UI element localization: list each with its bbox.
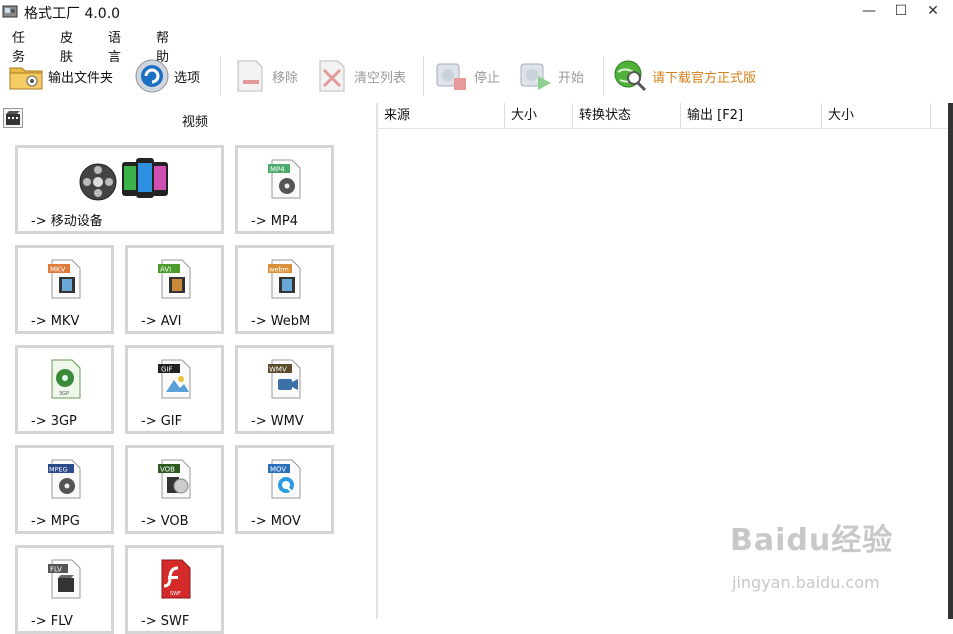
badge-text: AVI [160,266,171,274]
remove-label: 移除 [272,70,299,86]
mpg-file-icon: MPEG [48,459,81,499]
task-list-header: 来源 大小 转换状态 输出 [F2] 大小 [378,103,953,129]
tile-label: -> 3GP [31,414,77,429]
tile-avi[interactable]: AVI -> AVI [125,245,224,334]
start-icon [520,63,551,90]
tile-label: -> SWF [141,614,190,629]
tile-label: -> MPG [31,514,80,529]
output-folder-button[interactable]: 输出文件夹 [8,56,113,96]
column-status[interactable]: 转换状态 [573,103,681,128]
column-output-size[interactable]: 大小 [822,103,931,128]
mp4-file-icon: MP4 [268,159,301,199]
category-header[interactable]: 视频 [0,103,376,133]
tile-label: -> MOV [251,514,301,529]
badge-text: webm [269,266,289,274]
maximize-button[interactable]: ☐ [885,0,917,22]
stop-button[interactable]: 停止 [434,56,500,96]
vob-file-icon: VOB [158,459,191,499]
options-button[interactable]: 选项 [134,56,200,96]
download-official-link[interactable]: 请下载官方正式版 [612,56,756,96]
tile-vob[interactable]: VOB -> VOB [125,445,224,534]
download-official-label: 请下载官方正式版 [652,70,757,86]
badge-text: MP4 [270,166,285,174]
close-button[interactable]: ✕ [917,0,949,22]
tile-mpg[interactable]: MPEG -> MPG [15,445,114,534]
toolbar: 输出文件夹 选项 移除 清空列表 停止 开始 请下载官方正式版 [0,52,953,100]
tile-mobile-device[interactable]: -> 移动设备 [15,145,224,234]
options-label: 选项 [174,70,201,86]
tile-wmv[interactable]: WMV -> WMV [235,345,334,434]
conversion-panel: 视频 -> 移动设备 MP4 -> MP4 MKV -> MKV AVI -> … [0,103,376,634]
tile-label: -> VOB [141,514,189,529]
tile-label: -> MKV [31,314,80,329]
options-gear-icon [135,59,169,93]
3gp-file-icon: 3GP [51,359,81,399]
tile-label: -> 移动设备 [31,214,103,229]
watermark-url: jingyan.baidu.com [732,573,880,592]
remove-document-icon [237,60,263,92]
clear-list-icon [319,60,345,92]
tile-gif[interactable]: GIF -> GIF [125,345,224,434]
tile-label: -> FLV [31,614,73,629]
tile-swf[interactable]: SWF -> SWF [125,545,224,634]
window-title: 格式工厂 4.0.0 [24,6,121,22]
badge-text: MPEG [49,466,68,474]
toolbar-separator [220,56,221,96]
flv-file-icon: FLV [48,559,81,599]
watermark-brand: Baidu经验 [730,523,894,558]
tile-label: -> MP4 [251,214,299,229]
mobile-devices-icon [79,158,168,201]
badge-text: FLV [50,566,62,574]
start-button[interactable]: 开始 [518,56,584,96]
avi-file-icon: AVI [158,259,191,299]
minimize-button[interactable]: — [853,0,885,22]
format-factory-app-icon [2,5,18,18]
baidu-watermark: Baidu经验 jingyan.baidu.com [730,515,894,592]
title-bar: 格式工厂 4.0.0 — ☐ ✕ [0,0,953,24]
right-edge [948,103,953,619]
swf-file-icon: SWF [161,559,191,599]
tile-mov[interactable]: MOV -> MOV [235,445,334,534]
webm-file-icon: webm [268,259,301,299]
badge-text: SWF [170,591,181,597]
column-source[interactable]: 来源 [378,103,505,128]
clear-list-label: 清空列表 [354,70,407,86]
badge-text: 3GP [59,391,69,397]
remove-button[interactable]: 移除 [232,56,298,96]
tile-label: -> WebM [251,314,311,329]
badge-text: MOV [270,466,286,474]
gif-file-icon: GIF [158,359,191,399]
start-label: 开始 [558,70,585,86]
tile-3gp[interactable]: 3GP -> 3GP [15,345,114,434]
badge-text: GIF [161,366,173,374]
clear-list-button[interactable]: 清空列表 [314,56,406,96]
toolbar-separator [423,56,424,96]
badge-text: WMV [269,366,287,374]
tile-label: -> GIF [141,414,183,429]
badge-text: VOB [160,466,175,474]
tile-label: -> WMV [251,414,304,429]
badge-text: MKV [50,266,66,274]
column-output[interactable]: 输出 [F2] [681,103,822,128]
mkv-file-icon: MKV [48,259,81,299]
stop-icon [436,63,466,90]
mov-file-icon: MOV [268,459,301,499]
wmv-file-icon: WMV [268,359,301,399]
globe-search-icon [614,60,647,92]
film-clapper-icon [3,108,23,128]
tile-mp4[interactable]: MP4 -> MP4 [235,145,334,234]
tile-label: -> AVI [141,314,182,329]
stop-label: 停止 [474,70,501,86]
output-folder-label: 输出文件夹 [48,70,114,86]
tile-mkv[interactable]: MKV -> MKV [15,245,114,334]
toolbar-separator [603,56,604,96]
category-title: 视频 [182,115,209,130]
column-size[interactable]: 大小 [505,103,573,128]
tile-webm[interactable]: webm -> WebM [235,245,334,334]
tile-flv[interactable]: FLV -> FLV [15,545,114,634]
folder-icon [9,67,43,90]
